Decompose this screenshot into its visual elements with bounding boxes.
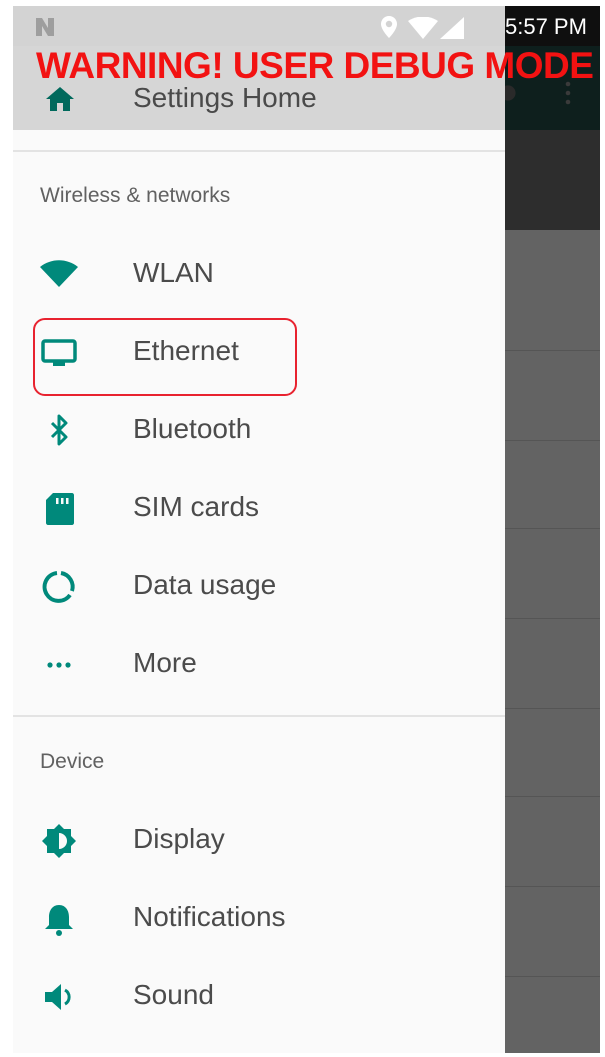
- navigation-drawer: Settings Home Wireless & networks WLAN E…: [13, 6, 505, 1053]
- list-divider: [505, 440, 600, 441]
- drawer-item-notifications[interactable]: Notifications: [13, 886, 505, 952]
- list-divider: [505, 886, 600, 887]
- drawer-item-sim-cards[interactable]: SIM cards: [13, 476, 505, 542]
- ethernet-highlight-box: [33, 318, 297, 396]
- debug-warning-banner: WARNING! USER DEBUG MODE: [36, 45, 594, 86]
- signal-icon: [440, 17, 464, 39]
- bluetooth-icon: [50, 414, 68, 446]
- drawer-item-label: Display: [133, 823, 225, 854]
- wifi-icon: [40, 260, 78, 287]
- status-time: 5:57 PM: [505, 14, 587, 39]
- list-divider: [505, 618, 600, 619]
- screen-frame: 5:57 PM Settings Home Wireless & network…: [13, 6, 600, 1053]
- list-divider: [505, 708, 600, 709]
- drawer-divider: [13, 150, 505, 152]
- brightness-icon: [42, 824, 76, 858]
- n-icon: [36, 18, 54, 36]
- drawer-item-label: SIM cards: [133, 491, 260, 522]
- drawer-item-label: Bluetooth: [133, 413, 252, 444]
- drawer-item-label: WLAN: [133, 257, 214, 288]
- drawer-divider: [13, 715, 505, 717]
- wifi-icon: [408, 17, 438, 39]
- location-icon: [381, 16, 397, 38]
- list-divider: [505, 528, 600, 529]
- drawer-item-label: Notifications: [133, 901, 286, 932]
- more-horiz-icon: [47, 662, 71, 668]
- drawer-item-label: More: [133, 647, 197, 678]
- drawer-item-wlan[interactable]: WLAN: [13, 242, 505, 308]
- list-divider: [505, 976, 600, 977]
- data-usage-icon: [42, 571, 75, 603]
- section-header-wireless: Wireless & networks: [40, 184, 231, 207]
- list-divider: [505, 796, 600, 797]
- drawer-item-label: Sound: [133, 979, 214, 1010]
- drawer-item-data-usage[interactable]: Data usage: [13, 554, 505, 620]
- drawer-item-display[interactable]: Display: [13, 808, 505, 874]
- status-bar: 5:57 PM: [13, 6, 600, 46]
- bell-icon: [45, 905, 73, 936]
- drawer-item-sound[interactable]: Sound: [13, 964, 505, 1030]
- drawer-item-label: Data usage: [133, 569, 277, 600]
- section-header-device: Device: [40, 750, 105, 773]
- drawer-item-bluetooth[interactable]: Bluetooth: [13, 398, 505, 464]
- sim-card-icon: [46, 493, 74, 525]
- list-divider: [505, 350, 600, 351]
- drawer-item-more[interactable]: More: [13, 632, 505, 698]
- speaker-icon: [45, 984, 71, 1010]
- home-icon: [46, 87, 74, 111]
